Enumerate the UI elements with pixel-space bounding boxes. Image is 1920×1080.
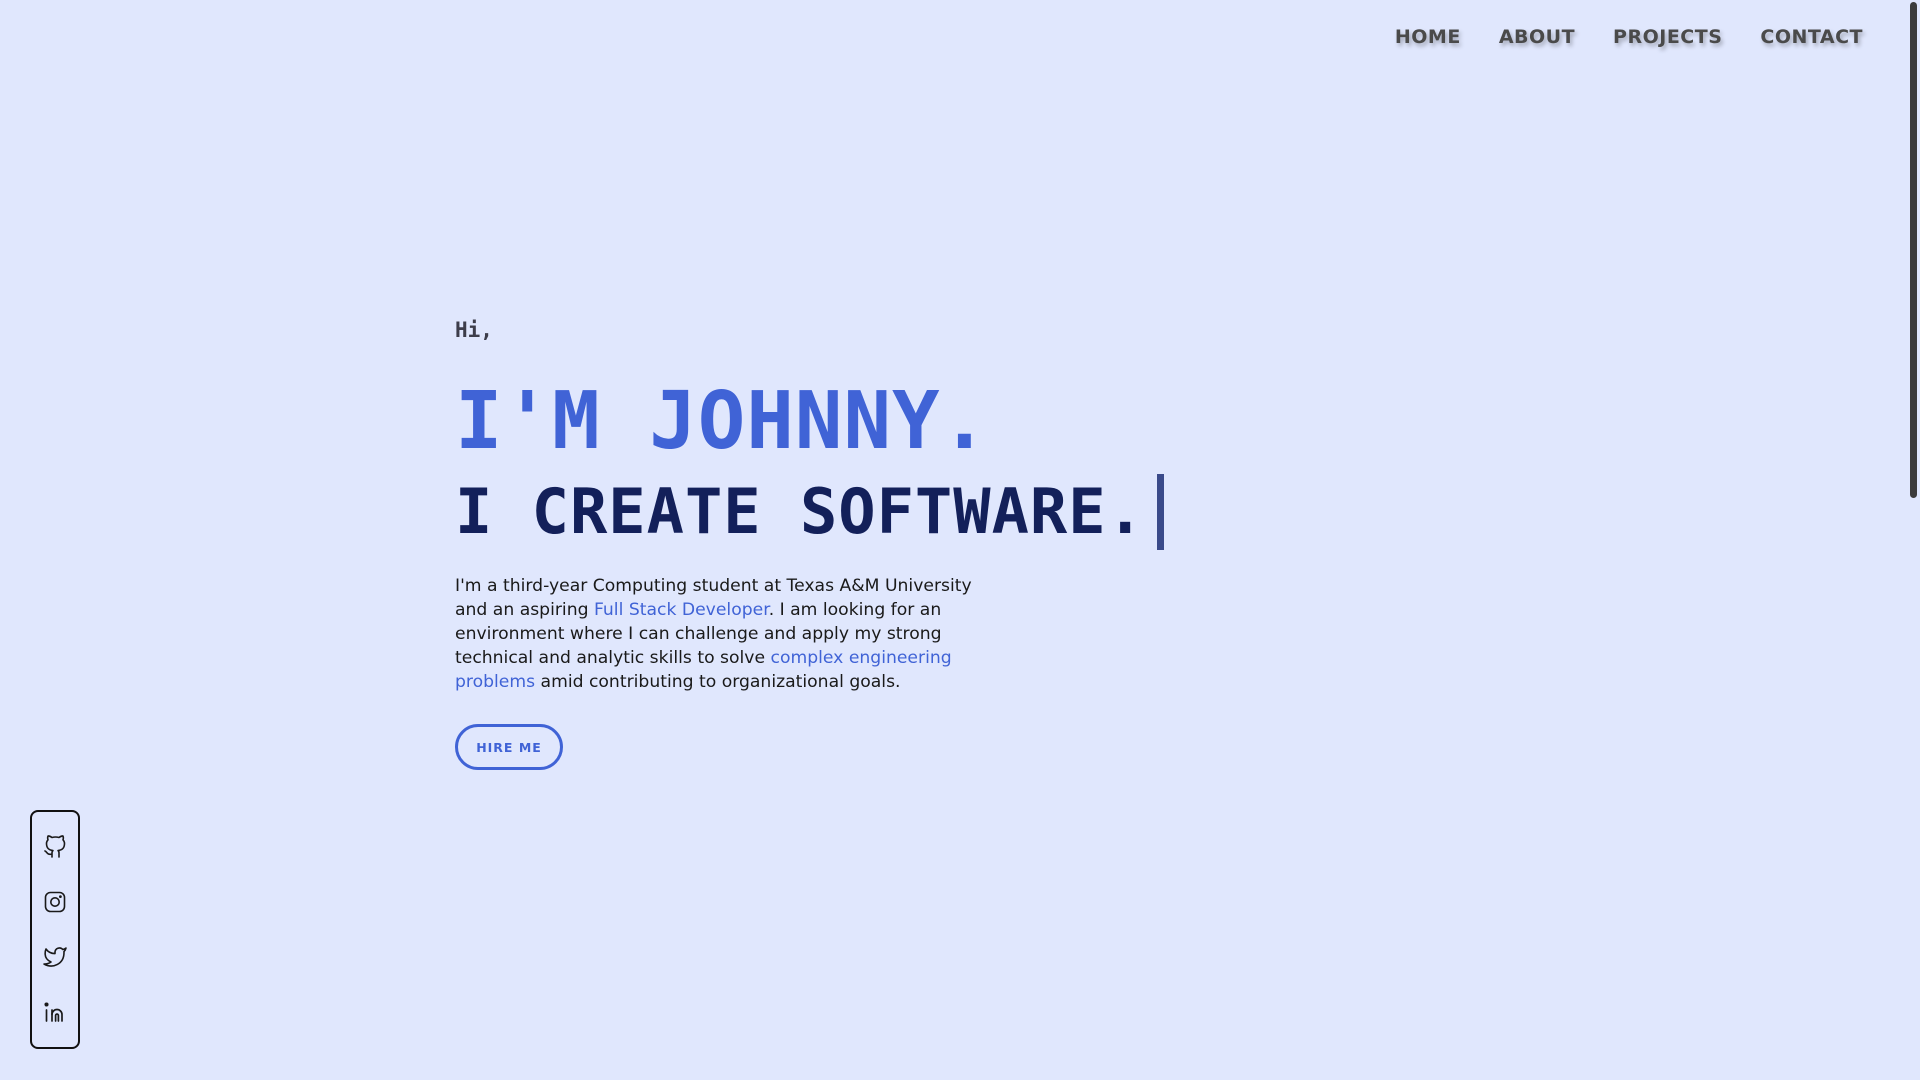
typing-cursor — [1156, 474, 1164, 550]
nav-projects[interactable]: PROJECTS — [1613, 26, 1722, 48]
twitter-icon[interactable] — [42, 944, 68, 970]
page-scrollbar[interactable] — [1906, 0, 1920, 1080]
github-icon[interactable] — [42, 834, 68, 860]
social-links-bar — [30, 810, 80, 1049]
highlight-full-stack: Full Stack Developer — [593, 600, 769, 620]
linkedin-icon[interactable] — [42, 999, 68, 1025]
main-nav: HOME ABOUT PROJECTS CONTACT — [1395, 26, 1863, 48]
greeting-text: Hi, — [455, 318, 493, 342]
scrollbar-thumb[interactable] — [1910, 2, 1917, 498]
hero-description: I'm a third-year Computing student at Te… — [455, 574, 995, 694]
tagline-text: I CREATE SOFTWARE. — [455, 475, 1145, 548]
nav-contact[interactable]: CONTACT — [1760, 26, 1863, 48]
nav-home[interactable]: HOME — [1395, 26, 1461, 48]
description-part-3: amid contributing to organizational goal… — [535, 672, 901, 692]
hero-tagline: I CREATE SOFTWARE. — [455, 472, 1195, 552]
hire-me-button[interactable]: HIRE ME — [455, 724, 563, 770]
hero-section: Hi, I'M JOHNNY. I CREATE SOFTWARE. I'm a… — [455, 318, 1195, 770]
hero-name-heading: I'M JOHNNY. — [455, 375, 990, 467]
instagram-icon[interactable] — [42, 889, 68, 915]
nav-about[interactable]: ABOUT — [1499, 26, 1575, 48]
